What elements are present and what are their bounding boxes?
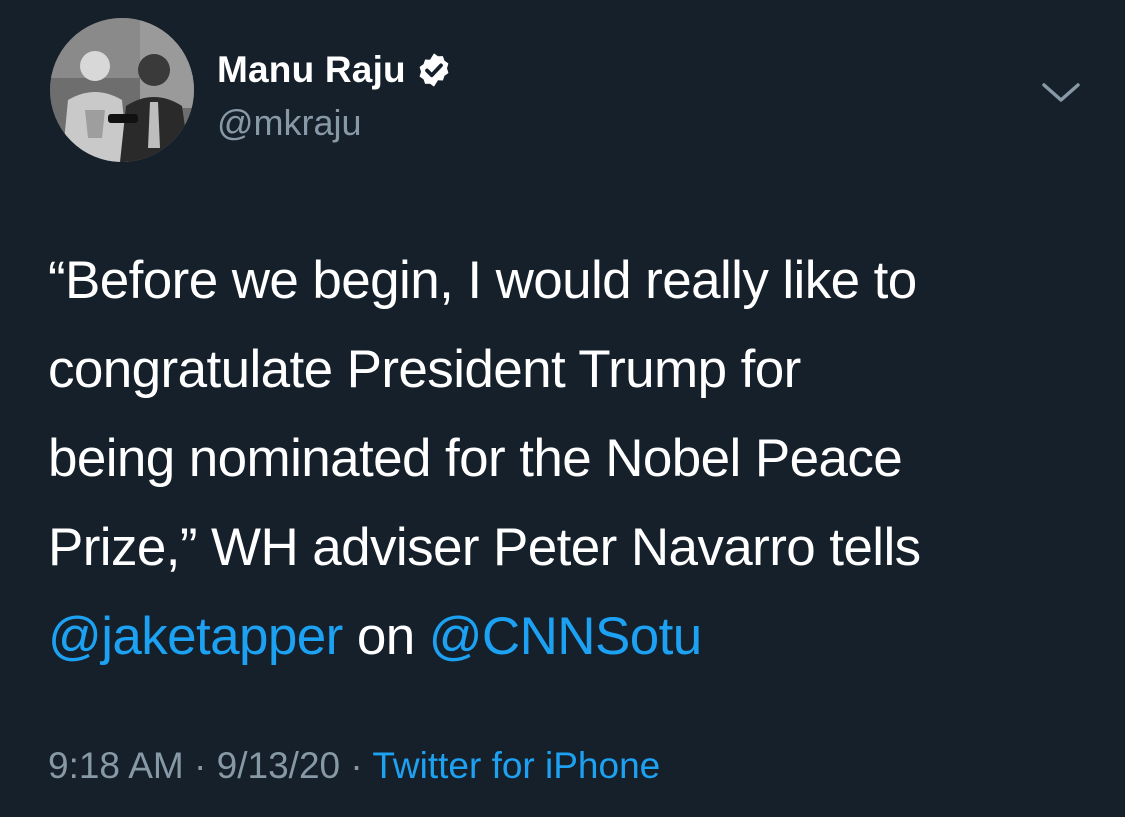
tweet-text-line: “Before we begin, I would really like to xyxy=(48,251,917,310)
tweet-text-line: congratulate President Trump for xyxy=(48,340,801,399)
tweet-source-link[interactable]: Twitter for iPhone xyxy=(372,745,660,786)
verified-badge-icon xyxy=(415,51,453,89)
mention-link[interactable]: @jaketapper xyxy=(48,607,343,666)
meta-separator: · xyxy=(183,745,217,786)
tweet-text-line: Prize,” WH adviser Peter Navarro tells xyxy=(48,518,921,577)
display-name[interactable]: Manu Raju xyxy=(217,49,406,91)
tweet-time[interactable]: 9:18 AM xyxy=(48,745,184,786)
author-name-row: Manu Raju xyxy=(217,48,453,92)
username-handle[interactable]: @mkraju xyxy=(217,102,362,144)
tweet-date[interactable]: 9/13/20 xyxy=(217,745,340,786)
tweet-text-line: being nominated for the Nobel Peace xyxy=(48,429,903,488)
tweet-text: “Before we begin, I would really like to… xyxy=(48,236,1088,681)
avatar-photo xyxy=(50,18,194,162)
chevron-down-icon[interactable] xyxy=(1040,78,1082,108)
avatar[interactable] xyxy=(50,18,194,162)
mention-link[interactable]: @CNNSotu xyxy=(429,607,702,666)
meta-separator: · xyxy=(340,745,373,786)
tweet-text-line: @jaketapper on @CNNSotu xyxy=(48,592,1088,681)
mention-connector: on xyxy=(342,607,429,666)
tweet-metadata: 9:18 AM · 9/13/20 · Twitter for iPhone xyxy=(48,745,660,787)
